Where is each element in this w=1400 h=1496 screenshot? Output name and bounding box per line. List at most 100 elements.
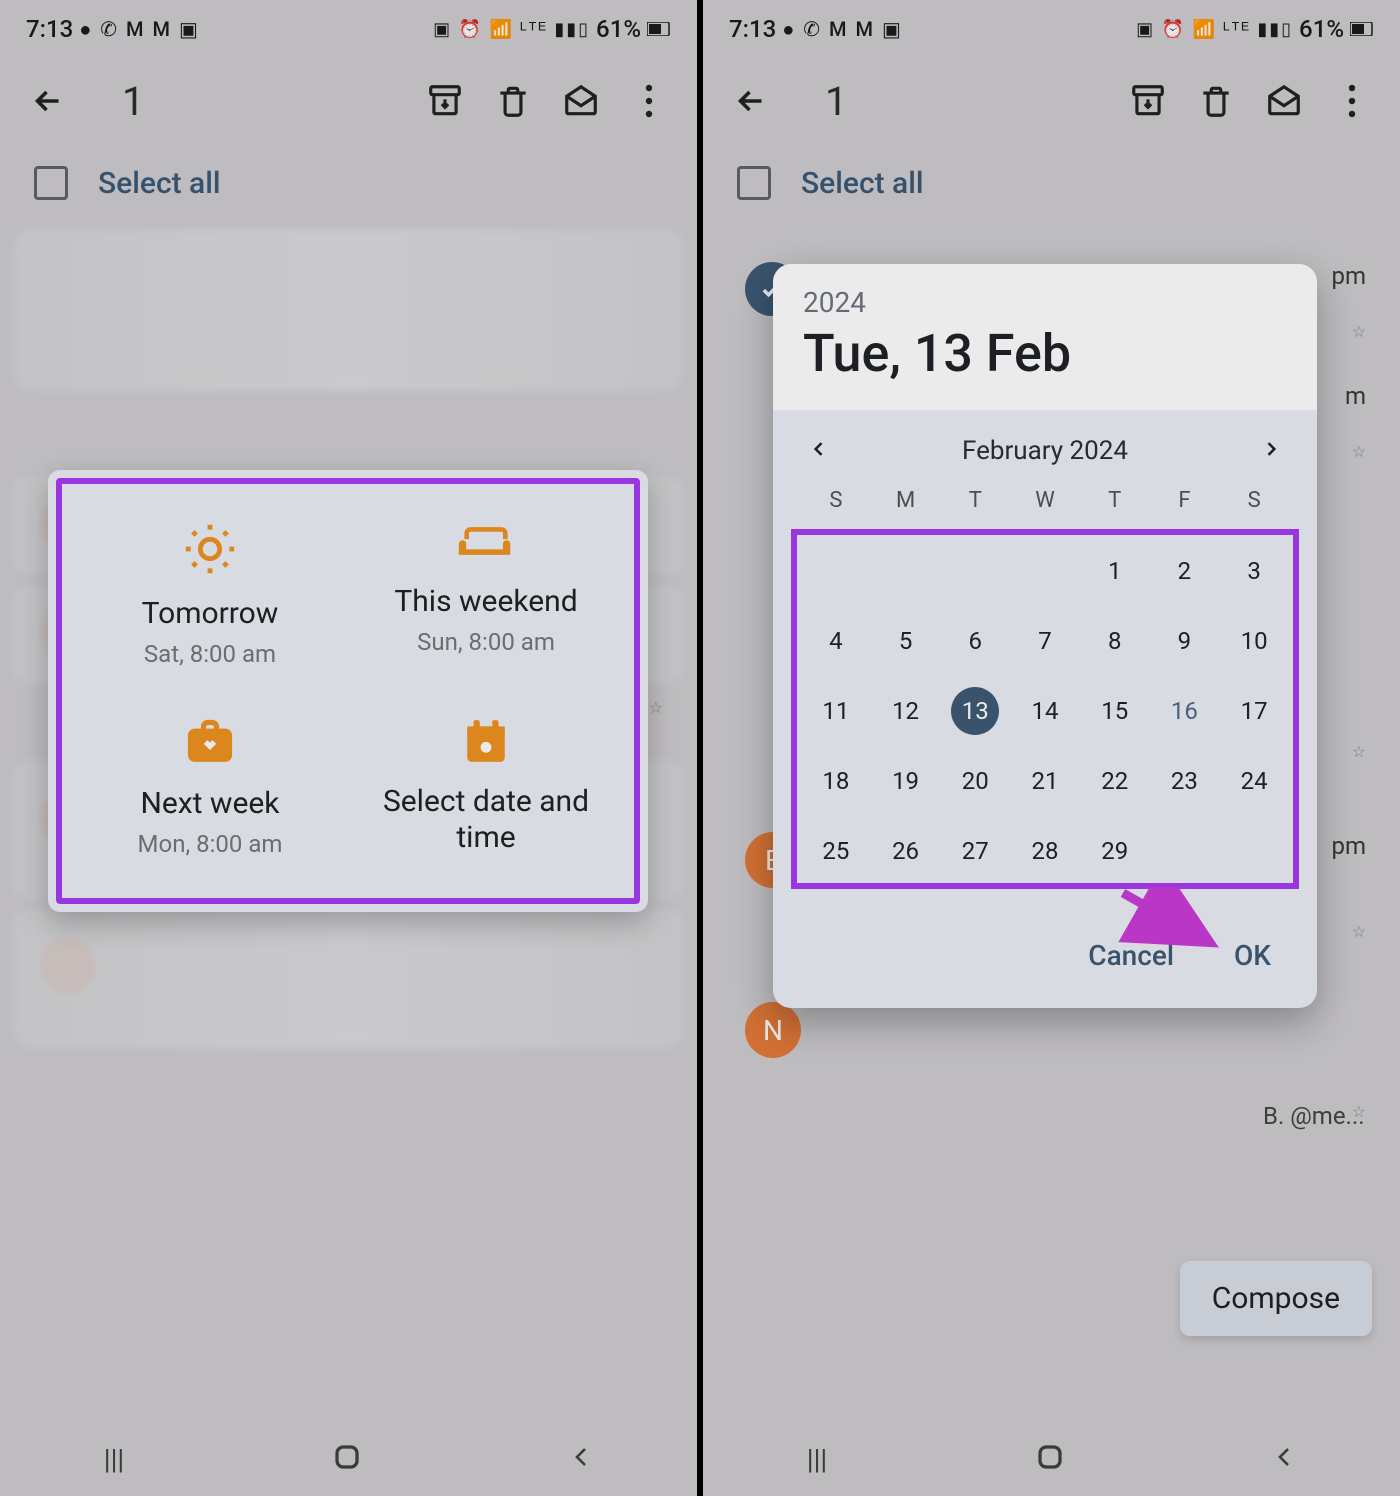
calendar-day[interactable]: 22 (1080, 759, 1150, 803)
calendar-month-label: February 2024 (962, 436, 1128, 466)
calendar-day (1010, 549, 1080, 593)
back-button[interactable] (24, 77, 72, 125)
annotation-highlight: 1234567891011121314151617181920212223242… (791, 529, 1299, 889)
status-time: 7:13 (729, 15, 776, 43)
calendar-day[interactable]: 7 (1010, 619, 1080, 663)
calendar-day[interactable]: 27 (940, 829, 1010, 873)
status-battery-pct: 61% (596, 15, 641, 43)
status-bar: 7:13 ● ✆ M M ▣ ▣ ⏰ 📶 ᴸᵀᴱ ▮▮▯ 61% (703, 0, 1400, 58)
delete-button[interactable] (1192, 77, 1240, 125)
calendar-day[interactable]: 3 (1219, 549, 1289, 593)
calendar-day[interactable]: 21 (1010, 759, 1080, 803)
calendar-day[interactable]: 10 (1219, 619, 1289, 663)
nav-back[interactable] (1272, 1442, 1296, 1476)
calendar-day[interactable]: 26 (871, 829, 941, 873)
calendar-day[interactable]: 18 (801, 759, 871, 803)
next-month-button[interactable] (1261, 436, 1281, 466)
date-picker-dialog: 2024 Tue, 13 Feb February 2024 S M T W T… (773, 264, 1317, 1008)
delete-button[interactable] (489, 77, 537, 125)
calendar-day[interactable]: 8 (1080, 619, 1150, 663)
mark-read-button[interactable] (557, 77, 605, 125)
back-button[interactable] (727, 77, 775, 125)
calendar-day (871, 549, 941, 593)
calendar-day[interactable]: 4 (801, 619, 871, 663)
calendar-day[interactable]: 16 (1150, 689, 1220, 733)
nav-back[interactable] (569, 1442, 593, 1476)
select-all-checkbox[interactable] (737, 166, 771, 200)
calendar-day[interactable]: 23 (1150, 759, 1220, 803)
android-nav-bar: ||| (0, 1422, 697, 1496)
email-time: m (1345, 382, 1366, 410)
annotation-highlight: Tomorrow Sat, 8:00 am This weekend Sun, … (56, 478, 640, 904)
mark-read-button[interactable] (1260, 77, 1308, 125)
nav-recents[interactable]: ||| (104, 1443, 125, 1476)
snooze-tomorrow[interactable]: Tomorrow Sat, 8:00 am (72, 500, 348, 696)
status-icons-left: ● ✆ M M ▣ (79, 17, 200, 42)
calendar-day[interactable]: 25 (801, 829, 871, 873)
compose-button[interactable]: Compose (1180, 1261, 1372, 1336)
android-nav-bar: ||| (703, 1422, 1400, 1496)
star-icon: ☆ (1352, 742, 1366, 761)
archive-button[interactable] (421, 77, 469, 125)
archive-button[interactable] (1124, 77, 1172, 125)
nav-recents[interactable]: ||| (807, 1443, 828, 1476)
star-icon: ☆ (1352, 442, 1366, 461)
snooze-next-week[interactable]: Next week Mon, 8:00 am (72, 696, 348, 892)
calendar-day[interactable]: 1 (1080, 549, 1150, 593)
calendar-day (801, 549, 871, 593)
option-title: Select date and time (354, 784, 618, 856)
email-time: pm (1331, 262, 1366, 290)
calendar-day[interactable]: 13 (940, 689, 1010, 733)
calendar-day[interactable]: 24 (1219, 759, 1289, 803)
status-icons-right: ▣ ⏰ 📶 ᴸᵀᴱ ▮▮▯ (1136, 19, 1293, 40)
calendar-day[interactable]: 5 (871, 619, 941, 663)
sun-icon (181, 520, 239, 582)
calendar-day[interactable]: 29 (1080, 829, 1150, 873)
calendar-day[interactable]: 17 (1219, 689, 1289, 733)
calendar-day[interactable]: 19 (871, 759, 941, 803)
briefcase-icon (184, 716, 236, 772)
selection-count: 1 (122, 78, 144, 125)
calendar-day[interactable]: 12 (871, 689, 941, 733)
selection-count: 1 (825, 78, 847, 125)
calendar-day[interactable]: 9 (1150, 619, 1220, 663)
calendar-day[interactable]: 20 (940, 759, 1010, 803)
snooze-this-weekend[interactable]: This weekend Sun, 8:00 am (348, 500, 624, 696)
couch-icon (457, 520, 515, 570)
email-snippet: B. @me... (1263, 1102, 1365, 1130)
calendar-day[interactable]: 28 (1010, 829, 1080, 873)
toolbar: 1 (0, 58, 697, 144)
select-all-row[interactable]: Select all (0, 144, 697, 222)
calendar-day (1219, 829, 1289, 873)
calendar-day[interactable]: 14 (1010, 689, 1080, 733)
calendar-day (940, 549, 1010, 593)
ok-button[interactable]: OK (1234, 939, 1271, 972)
nav-home[interactable] (1035, 1442, 1065, 1476)
calendar-day[interactable]: 2 (1150, 549, 1220, 593)
nav-home[interactable] (332, 1442, 362, 1476)
date-picker-header[interactable]: 2024 Tue, 13 Feb (773, 264, 1317, 410)
email-row-blurred (14, 230, 683, 390)
status-bar: 7:13 ● ✆ M M ▣ ▣ ⏰ 📶 ᴸᵀᴱ ▮▮▯ 61% (0, 0, 697, 58)
prev-month-button[interactable] (809, 436, 829, 466)
option-title: Tomorrow (142, 596, 279, 632)
option-subtitle: Sat, 8:00 am (144, 640, 276, 668)
status-time: 7:13 (26, 15, 73, 43)
battery-icon (647, 22, 671, 36)
overflow-menu-button[interactable] (625, 77, 673, 125)
star-icon: ☆ (649, 698, 663, 717)
left-screenshot: 7:13 ● ✆ M M ▣ ▣ ⏰ 📶 ᴸᵀᴱ ▮▮▯ 61% 1 Selec… (0, 0, 697, 1496)
calendar-icon (461, 716, 511, 770)
calendar-dow-row: S M T W T F S (773, 484, 1317, 523)
snooze-select-date-time[interactable]: Select date and time (348, 696, 624, 892)
calendar-day[interactable]: 15 (1080, 689, 1150, 733)
select-all-label: Select all (801, 166, 924, 201)
calendar-day[interactable]: 6 (940, 619, 1010, 663)
right-screenshot: 7:13 ● ✆ M M ▣ ▣ ⏰ 📶 ᴸᵀᴱ ▮▮▯ 61% 1 Selec… (703, 0, 1400, 1496)
date-picker-year[interactable]: 2024 (803, 286, 1287, 319)
select-all-row[interactable]: Select all (703, 144, 1400, 222)
overflow-menu-button[interactable] (1328, 77, 1376, 125)
snooze-dialog: Tomorrow Sat, 8:00 am This weekend Sun, … (48, 470, 648, 912)
calendar-day[interactable]: 11 (801, 689, 871, 733)
select-all-checkbox[interactable] (34, 166, 68, 200)
